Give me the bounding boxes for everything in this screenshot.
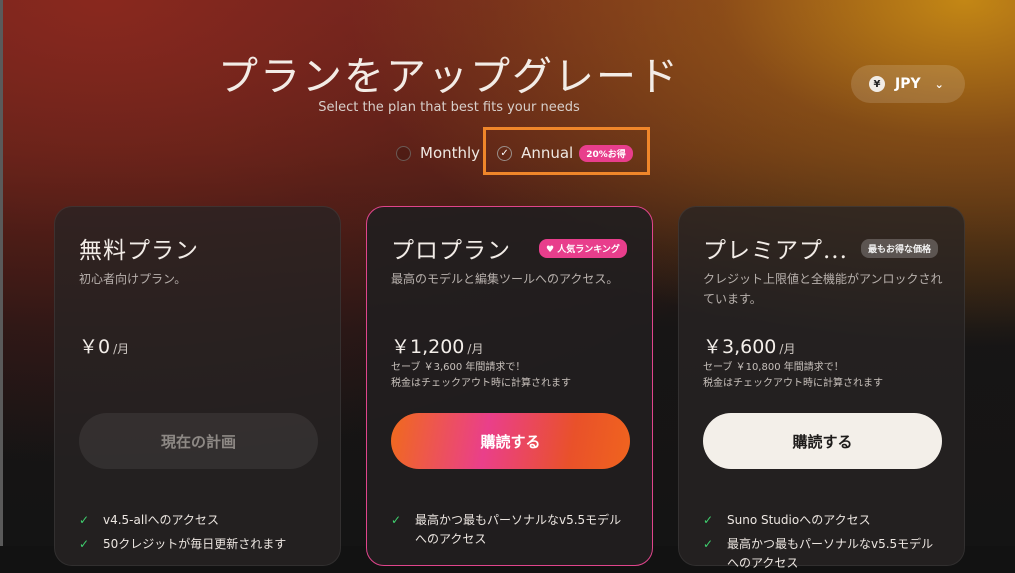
feature-text: 最高かつ最もパーソナルなv5.5モデルへのアクセス <box>727 537 934 570</box>
feature-item: ✓ 最高かつ最もパーソナルなv5.5モデルへのアクセス <box>703 535 943 573</box>
plan-price: ￥1,200/月 <box>391 332 483 359</box>
plan-price: ￥0/月 <box>79 332 129 359</box>
feature-text: Suno Studioへのアクセス <box>727 513 871 527</box>
savings-note: セーブ ￥3,600 年間請求で！ <box>391 362 526 373</box>
subscribe-button-premier[interactable]: 購読する <box>703 413 942 469</box>
monthly-radio[interactable] <box>396 145 411 161</box>
popular-badge: ♥ 人気ランキング <box>539 239 627 258</box>
price-unit: /月 <box>113 342 130 356</box>
currency-code: JPY <box>895 76 921 92</box>
page-title: プランをアップグレード <box>218 54 680 100</box>
plan-price: ￥3,600/月 <box>703 332 795 359</box>
plan-name: プロプラン <box>391 238 511 264</box>
tax-note: 税金はチェックアウト時に計算されます <box>391 378 571 389</box>
plan-card-premier: プレミアプ... 最もお得な価格 クレジット上限値と全機能がアンロックされていま… <box>678 206 965 570</box>
price-unit: /月 <box>467 342 484 356</box>
tax-note: 税金はチェックアウト時に計算されます <box>703 378 883 389</box>
currency-selector[interactable]: ¥ JPY ⌄ <box>851 65 965 103</box>
check-icon: ✓ <box>703 513 714 527</box>
monthly-label[interactable]: Monthly <box>420 144 480 162</box>
yen-icon: ¥ <box>869 76 885 92</box>
feature-text: v4.5-allへのアクセス <box>103 513 219 527</box>
feature-item: ✓ 50クレジットが毎日更新されます <box>79 535 319 554</box>
feature-item: ✓ Suno Studioへのアクセス <box>703 511 943 530</box>
annual-highlight-box <box>483 127 650 175</box>
plan-description: 初心者向けプラン。 <box>79 272 187 286</box>
plan-description: 最高のモデルと編集ツールへのアクセス。 <box>391 272 619 286</box>
check-icon: ✓ <box>391 513 402 527</box>
check-icon: ✓ <box>79 537 90 551</box>
feature-item: ✓ v4.5-allへのアクセス <box>79 511 319 530</box>
page-subtitle: Select the plan that best fits your need… <box>318 100 580 115</box>
check-icon: ✓ <box>79 513 90 527</box>
plan-card-free: 無料プラン 初心者向けプラン。 ￥0/月 現在の計画 ✓ v4.5-allへのアク… <box>54 206 341 566</box>
plan-description: クレジット上限値と全機能がアンロックされています。 <box>703 272 943 306</box>
best-value-badge: 最もお得な価格 <box>861 239 939 258</box>
feature-text: 50クレジットが毎日更新されます <box>103 537 287 551</box>
check-icon: ✓ <box>703 537 714 551</box>
subscribe-button-pro[interactable]: 購読する <box>391 413 630 469</box>
feature-item: ✓ 最高かつ最もパーソナルなv5.5モデルへのアクセス <box>391 511 631 549</box>
chevron-down-icon: ⌄ <box>934 77 944 91</box>
plan-name: プレミアプ... <box>703 238 848 264</box>
price-value: ￥0 <box>79 336 111 358</box>
price-value: ￥3,600 <box>703 336 777 358</box>
current-plan-button[interactable]: 現在の計画 <box>79 413 318 469</box>
plan-name: 無料プラン <box>79 238 199 264</box>
price-unit: /月 <box>779 342 796 356</box>
feature-text: 最高かつ最もパーソナルなv5.5モデルへのアクセス <box>415 513 622 546</box>
price-value: ￥1,200 <box>391 336 465 358</box>
savings-note: セーブ ￥10,800 年間請求で！ <box>703 362 844 373</box>
plan-card-pro: プロプラン ♥ 人気ランキング 最高のモデルと編集ツールへのアクセス。 ￥1,2… <box>366 206 653 566</box>
